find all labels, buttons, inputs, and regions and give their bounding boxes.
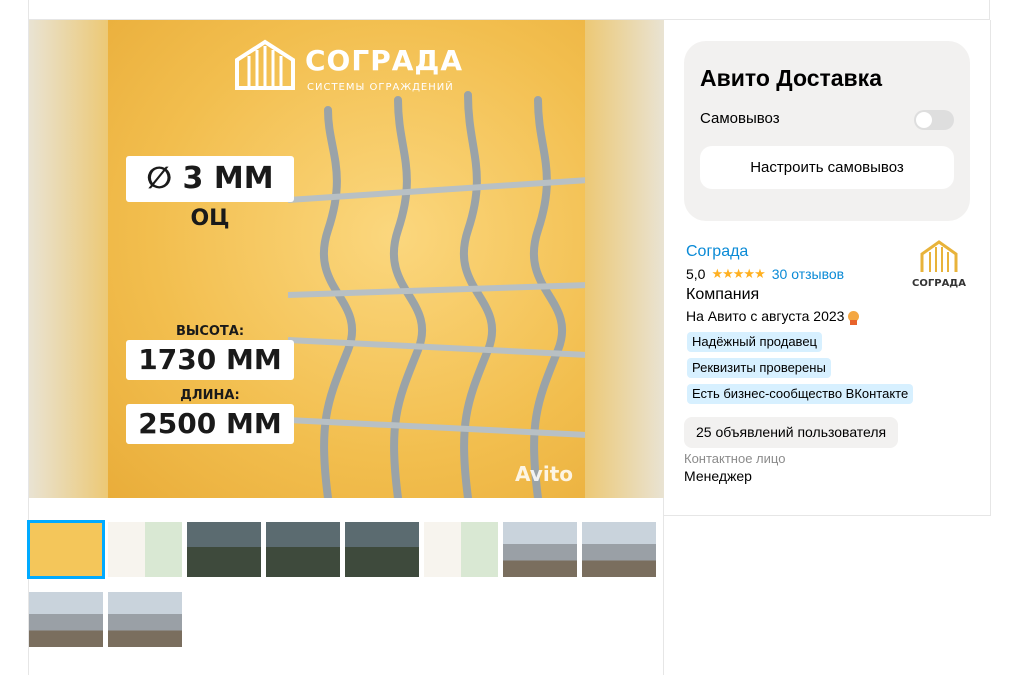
seller-logo-text: СОГРАДА (912, 278, 966, 289)
avito-watermark: Avito (515, 462, 573, 486)
brand-house-icon (235, 39, 295, 90)
contact-person-value: Менеджер (684, 468, 752, 484)
seller-name-link[interactable]: Сограда (686, 243, 748, 261)
rating-stars-icon: ★★★★★ (711, 266, 765, 282)
medal-icon (848, 310, 860, 325)
delivery-title: Авито Доставка (700, 65, 882, 91)
seller-since-text: На Авито с августа 2023 (686, 308, 845, 324)
thumbnail-3[interactable] (187, 522, 261, 577)
brand-subtitle: СИСТЕМЫ ОГРАЖДЕНИЙ (307, 82, 454, 93)
coating-label: ОЦ (190, 206, 230, 231)
sidebar: Авито Доставка Самовывоз Настроить самов… (664, 20, 991, 516)
thumbnail-8[interactable] (582, 522, 656, 577)
thumbnail-4[interactable] (266, 522, 340, 577)
main-photo[interactable]: СОГРАДА СИСТЕМЫ ОГРАЖДЕНИЙ ∅ 3 ММ ОЦ ВЫС… (29, 20, 664, 498)
rating-value: 5,0 (686, 266, 706, 282)
pickup-label: Самовывоз (700, 110, 780, 127)
height-label: ВЫСОТА: (175, 324, 245, 339)
thumbnail-2[interactable] (108, 522, 182, 577)
badge-details-verified[interactable]: Реквизиты проверены (687, 358, 831, 378)
brand-logo: СОГРАДА СИСТЕМЫ ОГРАЖДЕНИЙ (233, 38, 473, 98)
fence-panel-illustration (288, 91, 585, 498)
brand-name: СОГРАДА (305, 44, 463, 77)
length-label: ДЛИНА: (180, 388, 240, 403)
thumbnail-1[interactable] (27, 520, 105, 579)
pickup-toggle[interactable] (914, 110, 954, 130)
photo-gallery: СОГРАДА СИСТЕМЫ ОГРАЖДЕНИЙ ∅ 3 ММ ОЦ ВЫС… (27, 20, 664, 675)
setup-pickup-button[interactable]: Настроить самовывоз (700, 146, 954, 189)
user-ads-button[interactable]: 25 объявлений пользователя (684, 417, 899, 448)
length-badge: 2500 ММ (126, 404, 294, 444)
listing-page: СОГРАДА СИСТЕМЫ ОГРАЖДЕНИЙ ∅ 3 ММ ОЦ ВЫС… (0, 0, 1022, 675)
diameter-badge: ∅ 3 ММ (126, 156, 294, 202)
thumbnail-6[interactable] (424, 522, 498, 577)
product-poster: СОГРАДА СИСТЕМЫ ОГРАЖДЕНИЙ ∅ 3 ММ ОЦ ВЫС… (108, 20, 585, 498)
thumbnail-10[interactable] (108, 592, 182, 647)
seller-logo-icon: СОГРАДА (912, 240, 966, 289)
seller-avatar[interactable]: СОГРАДА (908, 236, 970, 298)
badge-vk-community[interactable]: Есть бизнес-сообщество ВКонтакте (687, 384, 914, 404)
seller-since: На Авито с августа 2023 (686, 308, 860, 325)
toggle-knob (916, 112, 932, 128)
photo-blur-left (29, 20, 109, 498)
badge-reliable-seller[interactable]: Надёжный продавец (687, 332, 822, 352)
seller-type: Компания (686, 286, 760, 303)
photo-blur-right (584, 20, 664, 498)
thumbnail-5[interactable] (345, 522, 419, 577)
avito-delivery-card: Авито Доставка Самовывоз Настроить самов… (684, 41, 970, 221)
thumbnail-9[interactable] (29, 592, 103, 647)
seller-rating: 5,0 ★★★★★ 30 отзывов (686, 266, 844, 282)
height-badge: 1730 ММ (126, 340, 294, 380)
contact-person-label: Контактное лицо (684, 451, 786, 466)
reviews-link[interactable]: 30 отзывов (772, 266, 844, 282)
top-divider (28, 0, 990, 20)
thumbnail-7[interactable] (503, 522, 577, 577)
